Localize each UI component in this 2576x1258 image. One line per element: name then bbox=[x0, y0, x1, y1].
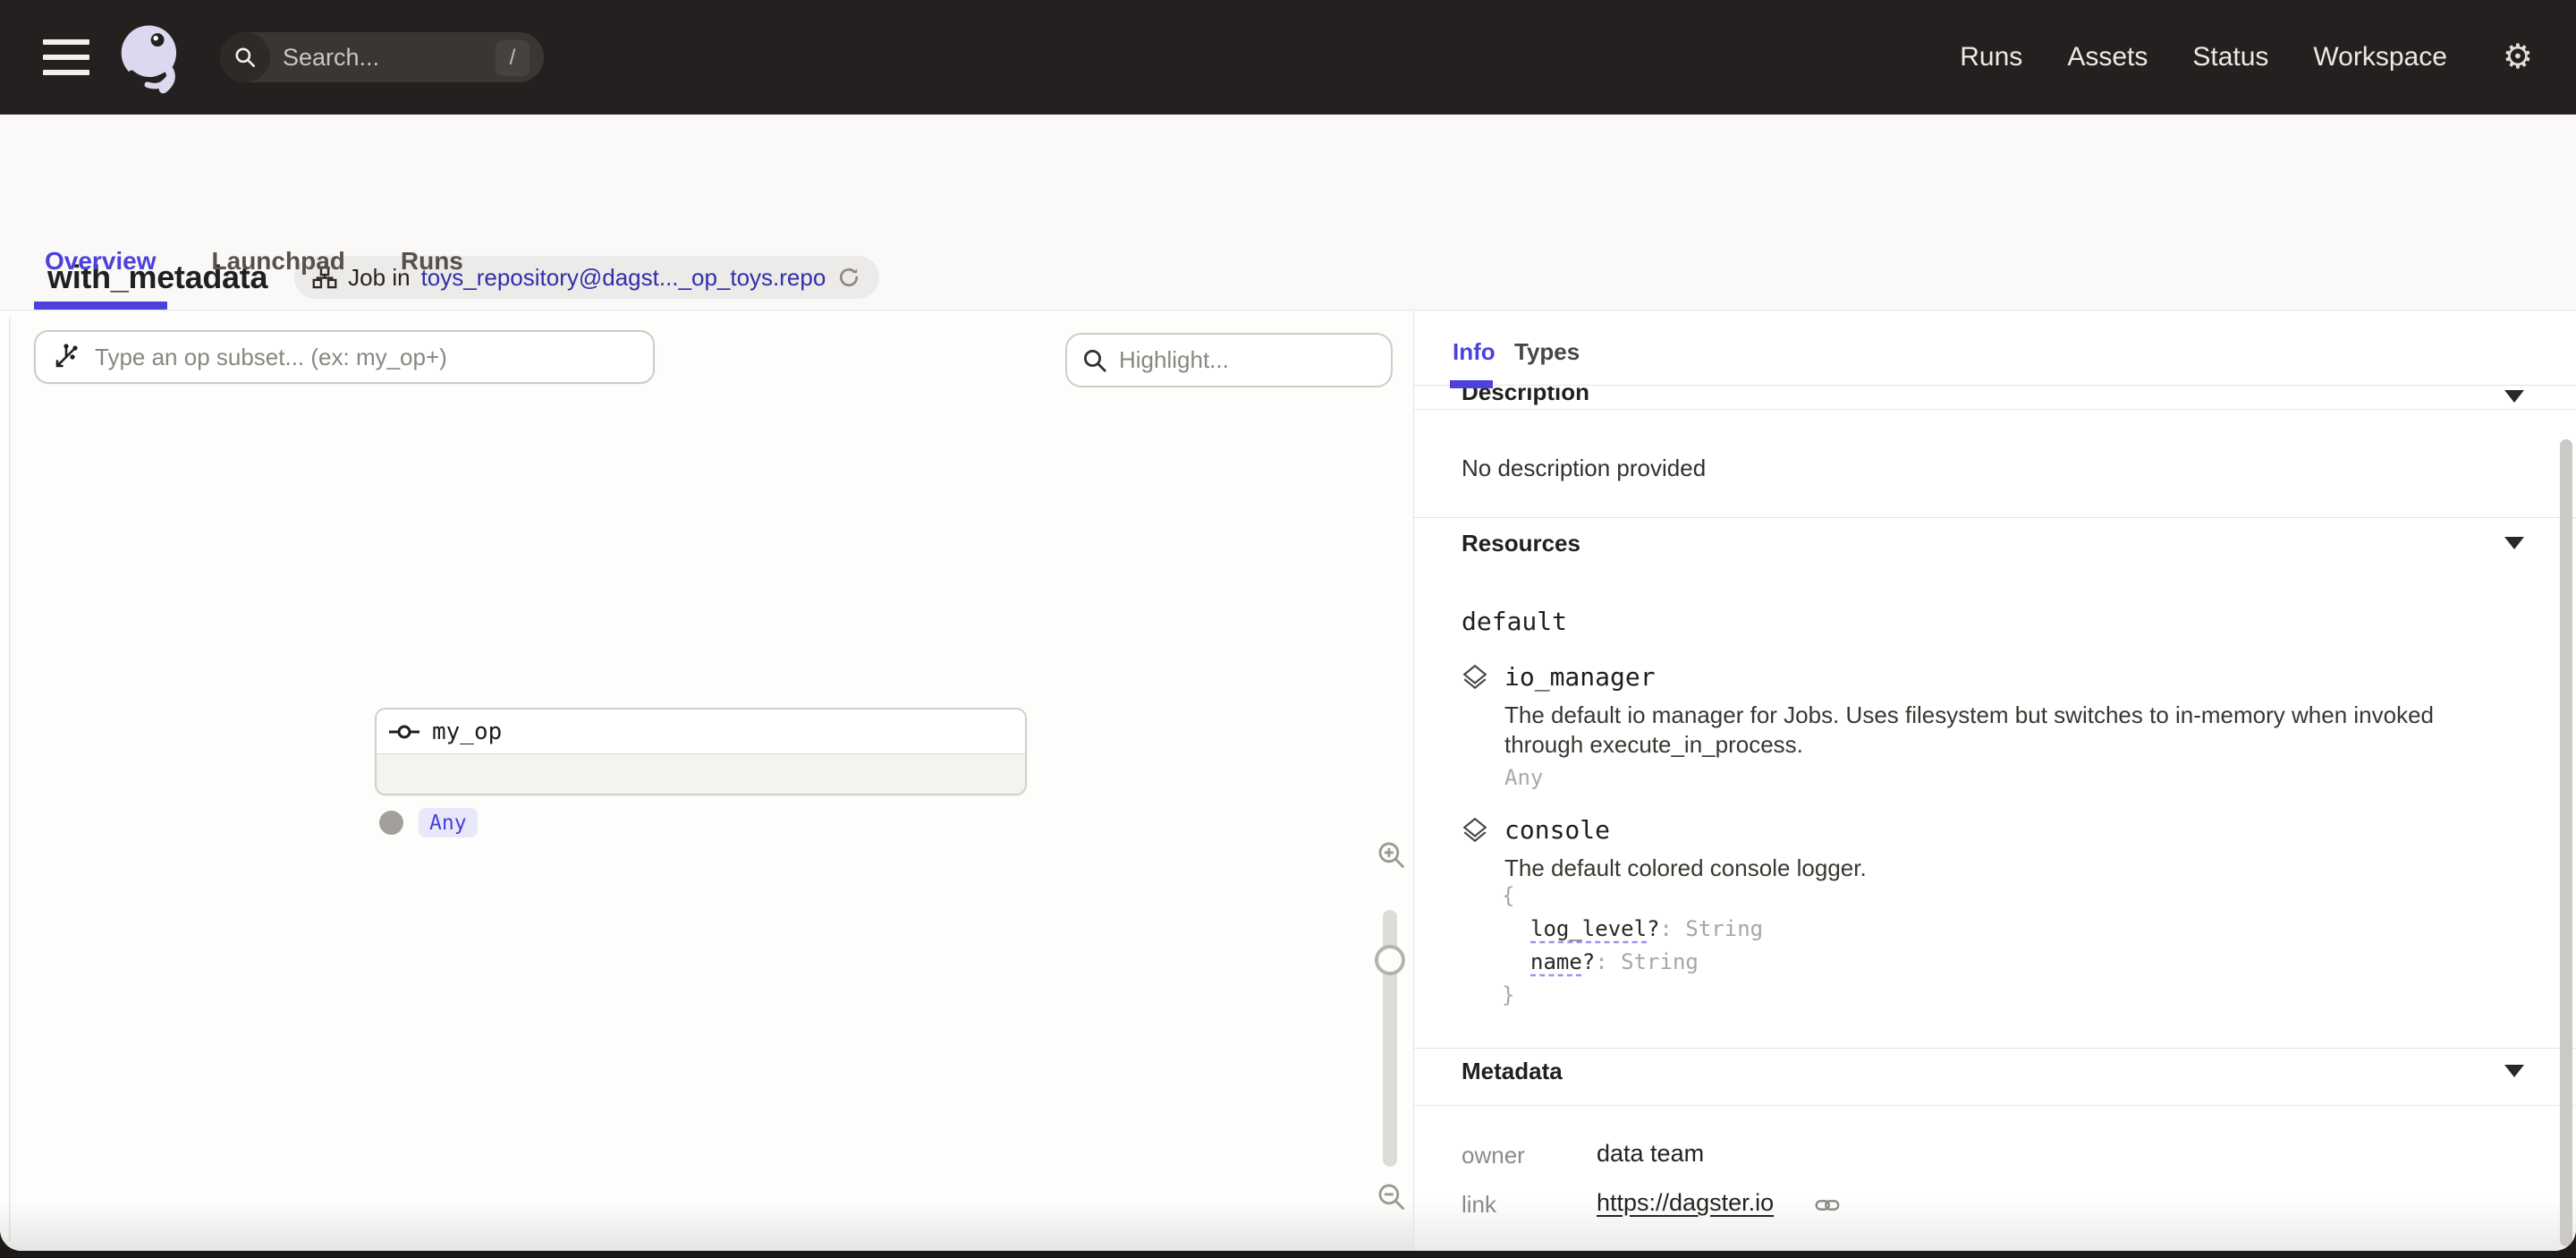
search-icon bbox=[220, 32, 270, 82]
zoom-slider-thumb[interactable] bbox=[1375, 945, 1405, 975]
schema-close-brace: } bbox=[1502, 979, 1763, 1012]
highlight-search-icon bbox=[1081, 347, 1108, 374]
panel-tab-info[interactable]: Info bbox=[1453, 338, 1496, 366]
op-selector-icon bbox=[52, 343, 80, 371]
description-section-heading[interactable]: Description bbox=[1462, 387, 1589, 406]
schema-field-log-level: log_level?: String bbox=[1502, 913, 1763, 946]
metadata-link-dagster-io[interactable]: https://dagster.io bbox=[1597, 1189, 1774, 1217]
resources-section-heading[interactable]: Resources bbox=[1462, 530, 1580, 557]
external-link-chain-icon[interactable] bbox=[1815, 1193, 1840, 1218]
nav-link-status[interactable]: Status bbox=[2192, 42, 2268, 72]
nav-link-runs[interactable]: Runs bbox=[1960, 42, 2022, 72]
zoom-in-icon[interactable] bbox=[1376, 839, 1406, 870]
job-tabs: Overview Launchpad Runs bbox=[45, 247, 463, 310]
search-input[interactable] bbox=[283, 44, 453, 72]
resource-io-manager-description: The default io manager for Jobs. Uses fi… bbox=[1504, 701, 2502, 760]
resource-set-name: default bbox=[1462, 607, 1567, 636]
dagster-logo-icon[interactable] bbox=[113, 20, 188, 95]
resource-console-name: console bbox=[1504, 815, 1610, 845]
op-node-name: my_op bbox=[432, 718, 502, 745]
metadata-key-link: link bbox=[1462, 1191, 1496, 1219]
breadcrumb-repo-link[interactable]: toys_repository@dagst..._op_toys.repo bbox=[421, 264, 826, 292]
settings-gear-icon[interactable]: ⚙ bbox=[2503, 40, 2533, 74]
nav-link-assets[interactable]: Assets bbox=[2067, 42, 2148, 72]
top-nav: / Runs Assets Status Workspace ⚙ bbox=[0, 0, 2576, 115]
metadata-section-heading[interactable]: Metadata bbox=[1462, 1058, 1563, 1085]
nav-link-workspace[interactable]: Workspace bbox=[2313, 42, 2447, 72]
panel-tabs: Info Types bbox=[1414, 311, 2576, 386]
op-node-my-op[interactable]: my_op bbox=[375, 708, 1027, 795]
page-header: with_metadata Job in toys_repository@dag… bbox=[0, 115, 2576, 310]
panel-scroll-area[interactable]: Description No description provided Reso… bbox=[1414, 387, 2576, 1251]
nav-links: Runs Assets Status Workspace ⚙ bbox=[1960, 40, 2533, 74]
panel-tab-types[interactable]: Types bbox=[1514, 338, 1580, 366]
resource-io-manager-config: Any bbox=[1504, 765, 1543, 790]
panel-scrollbar-thumb[interactable] bbox=[2560, 439, 2572, 1246]
description-empty-text: No description provided bbox=[1462, 455, 1706, 482]
metadata-value-owner: data team bbox=[1597, 1140, 1704, 1168]
resource-icon bbox=[1462, 664, 1488, 691]
logger-icon bbox=[1462, 817, 1488, 844]
schema-open-brace: { bbox=[1502, 880, 1763, 913]
sidebar-panel: Info Types Description No description pr… bbox=[1413, 311, 2576, 1251]
op-icon bbox=[389, 723, 421, 741]
app-window: / Runs Assets Status Workspace ⚙ with_me… bbox=[0, 0, 2576, 1251]
canvas-left-gutter bbox=[9, 317, 11, 1242]
op-subset-filter bbox=[34, 330, 655, 384]
tab-overview[interactable]: Overview bbox=[45, 247, 157, 310]
schema-field-name: name?: String bbox=[1502, 946, 1763, 979]
resource-io-manager-name: io_manager bbox=[1504, 662, 1656, 692]
description-collapse-caret-icon[interactable] bbox=[2504, 390, 2524, 403]
zoom-out-icon[interactable] bbox=[1376, 1181, 1406, 1211]
highlight-search bbox=[1065, 333, 1393, 387]
search-shortcut-badge: / bbox=[496, 40, 530, 76]
config-schema-block[interactable]: { log_level?: String name?: String } bbox=[1502, 880, 1763, 1012]
op-subset-input[interactable] bbox=[95, 344, 637, 371]
tab-runs[interactable]: Runs bbox=[401, 247, 463, 310]
resources-collapse-caret-icon[interactable] bbox=[2504, 537, 2524, 549]
tab-launchpad[interactable]: Launchpad bbox=[212, 247, 345, 310]
panel-tab-indicator bbox=[1450, 380, 1493, 388]
hamburger-menu-icon[interactable] bbox=[43, 39, 89, 75]
op-output-type-badge[interactable]: Any bbox=[419, 808, 478, 837]
reload-icon[interactable] bbox=[836, 265, 861, 290]
metadata-collapse-caret-icon[interactable] bbox=[2504, 1065, 2524, 1077]
metadata-key-owner: owner bbox=[1462, 1142, 1525, 1169]
op-output-port[interactable] bbox=[379, 811, 403, 835]
highlight-input[interactable] bbox=[1119, 346, 1343, 374]
op-graph-canvas[interactable]: my_op Any bbox=[0, 311, 1413, 1251]
global-search[interactable]: / bbox=[220, 32, 544, 82]
